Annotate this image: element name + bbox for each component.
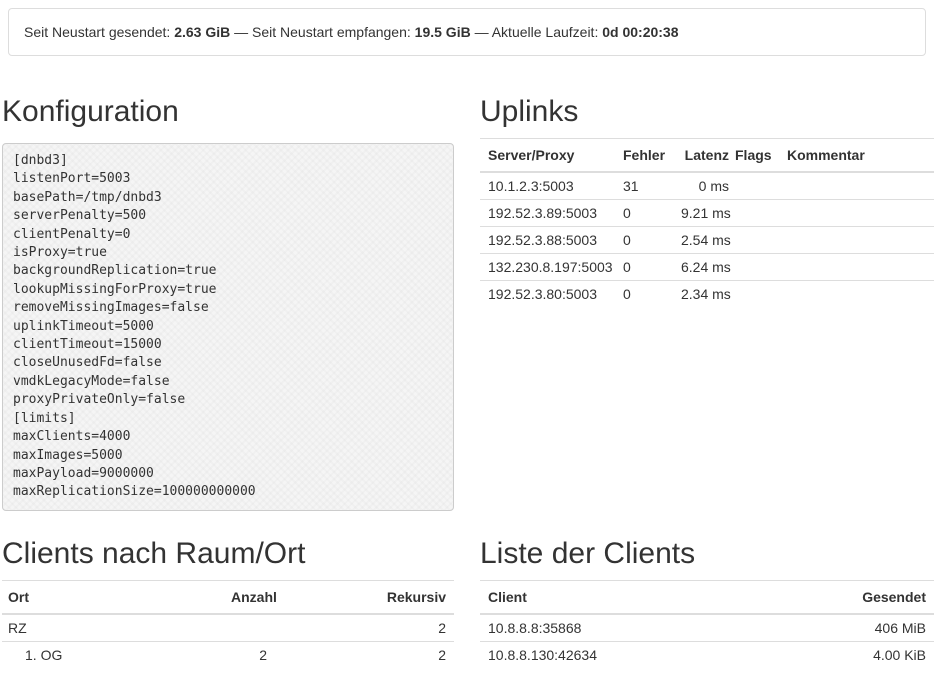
table-cell: 10.1.2.3:5003 (480, 172, 615, 200)
table-cell: 192.52.3.89:5003 (480, 200, 615, 227)
sent-label: Seit Neustart gesendet: (24, 24, 170, 40)
clients-nach-raum-table: Ort Anzahl Rekursiv RZ21. OG22 (2, 580, 454, 668)
client-list-table: Client Gesendet 10.8.8.8:35868406 MiB10.… (480, 580, 934, 668)
table-cell (779, 227, 934, 254)
table-cell: 10.8.8.130:42634 (480, 641, 814, 668)
col-header-fehler: Fehler (615, 139, 673, 173)
col-header-gesendet: Gesendet (814, 580, 934, 614)
table-cell: 2 (277, 614, 454, 642)
received-label: Seit Neustart empfangen: (252, 24, 411, 40)
table-cell (733, 281, 779, 308)
table-cell: 9.21 ms (673, 200, 733, 227)
table-cell (733, 227, 779, 254)
table-cell: 2.54 ms (673, 227, 733, 254)
section-liste-der-clients: Liste der Clients Client Gesendet 10.8.8… (480, 511, 934, 678)
table-cell (733, 172, 779, 200)
sent-value: 2.63 GiB (174, 24, 230, 40)
table-cell: RZ (2, 614, 227, 642)
table-cell: 1. OG (2, 641, 227, 668)
status-panel: Seit Neustart gesendet: 2.63 GiB — Seit … (8, 8, 926, 56)
table-cell: 0 (615, 254, 673, 281)
table-cell: 2 (277, 641, 454, 668)
clients-header-row: Client Gesendet (480, 580, 934, 614)
table-cell: 2.34 ms (673, 281, 733, 308)
table-cell: 192.52.3.80:5003 (480, 281, 615, 308)
received-value: 19.5 GiB (415, 24, 471, 40)
col-header-client: Client (480, 580, 814, 614)
table-row: 192.52.3.80:500302.34 ms (480, 281, 934, 308)
col-header-server-proxy: Server/Proxy (480, 139, 615, 173)
separator: — (234, 24, 248, 40)
table-cell (779, 200, 934, 227)
table-cell: 0 (615, 281, 673, 308)
section-clients-nach-raum: Clients nach Raum/Ort Ort Anzahl Rekursi… (2, 511, 454, 678)
col-header-flags: Flags (733, 139, 779, 173)
col-header-rekursiv: Rekursiv (277, 580, 454, 614)
uplinks-table: Server/Proxy Fehler Latenz Flags Komment… (480, 138, 934, 307)
table-row: 10.8.8.130:426344.00 KiB (480, 641, 934, 668)
table-cell (733, 254, 779, 281)
table-cell: 0 (615, 200, 673, 227)
section-uplinks: Uplinks Server/Proxy Fehler Latenz Flags… (480, 56, 934, 511)
table-row: RZ 2 (2, 614, 454, 642)
table-row: 132.230.8.197:500306.24 ms (480, 254, 934, 281)
uplinks-title: Uplinks (480, 95, 934, 128)
konfiguration-title: Konfiguration (2, 95, 454, 128)
table-cell: 4.00 KiB (814, 641, 934, 668)
col-header-latenz: Latenz (673, 139, 733, 173)
table-cell: 31 (615, 172, 673, 200)
col-header-kommentar: Kommentar (779, 139, 934, 173)
liste-der-clients-title: Liste der Clients (480, 537, 934, 570)
col-header-anzahl: Anzahl (227, 580, 277, 614)
table-cell (779, 281, 934, 308)
table-row: 10.1.2.3:5003310 ms (480, 172, 934, 200)
table-cell: 0 (615, 227, 673, 254)
clients-nach-raum-title: Clients nach Raum/Ort (2, 537, 454, 570)
table-row: 192.52.3.88:500302.54 ms (480, 227, 934, 254)
table-cell: 406 MiB (814, 614, 934, 642)
table-row: 1. OG22 (2, 641, 454, 668)
config-text-block: [dnbd3] listenPort=5003 basePath=/tmp/dn… (2, 143, 454, 511)
table-row: 192.52.3.89:500309.21 ms (480, 200, 934, 227)
table-cell (227, 614, 277, 642)
uptime-label: Aktuelle Laufzeit: (492, 24, 599, 40)
content-row-1: Konfiguration [dnbd3] listenPort=5003 ba… (0, 56, 934, 511)
table-cell (779, 254, 934, 281)
table-cell: 132.230.8.197:5003 (480, 254, 615, 281)
table-cell: 10.8.8.8:35868 (480, 614, 814, 642)
uptime-value: 0d 00:20:38 (602, 24, 678, 40)
table-cell: 2 (227, 641, 277, 668)
orte-header-row: Ort Anzahl Rekursiv (2, 580, 454, 614)
separator: — (475, 24, 489, 40)
section-konfiguration: Konfiguration [dnbd3] listenPort=5003 ba… (2, 56, 454, 511)
table-cell: 192.52.3.88:5003 (480, 227, 615, 254)
table-row: 10.8.8.8:35868406 MiB (480, 614, 934, 642)
uplinks-header-row: Server/Proxy Fehler Latenz Flags Komment… (480, 139, 934, 173)
col-header-ort: Ort (2, 580, 227, 614)
table-cell: 0 ms (673, 172, 733, 200)
table-cell (733, 200, 779, 227)
table-cell (779, 172, 934, 200)
content-row-2: Clients nach Raum/Ort Ort Anzahl Rekursi… (0, 511, 934, 678)
table-cell: 6.24 ms (673, 254, 733, 281)
